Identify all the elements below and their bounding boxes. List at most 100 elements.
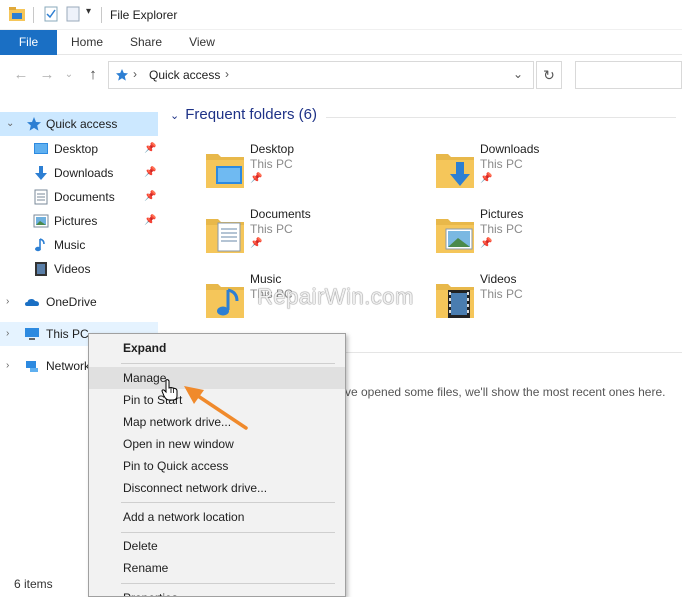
nav-label: Quick access [46,117,118,131]
folder-name: Documents [250,207,311,221]
refresh-icon: ↻ [543,67,555,83]
menu-item-properties[interactable]: Properties [89,587,345,596]
folder-tile-videos[interactable]: Videos This PC [434,270,654,330]
nav-item-quick-access[interactable]: ⌄ Quick access [0,112,158,136]
menu-item-expand[interactable]: Expand [89,337,345,359]
recent-files-divider [345,352,682,353]
address-row: ← → ⌄ ↑ › Quick access › ⌄ ↻ [0,56,682,94]
pin-icon: 📌 [250,238,263,249]
music-note-icon [35,238,45,252]
downloads-icon [35,166,47,180]
videos-folder-icon [436,284,474,318]
nav-item-music[interactable]: Music [0,233,158,257]
folder-name: Desktop [250,142,295,156]
expand-chevron-icon[interactable]: › [6,290,9,314]
folder-tile-documents[interactable]: Documents This PC 📌 [204,205,424,265]
nav-label: Desktop [54,142,99,156]
folder-location: This PC [480,287,523,301]
up-arrow-icon[interactable]: ↑ [84,66,102,83]
pin-icon: 📌 [144,167,157,178]
menu-separator [121,532,335,533]
folder-name: Downloads [480,142,540,156]
folder-location: This PC [250,157,293,171]
nav-item-onedrive[interactable]: › OneDrive [0,290,158,314]
menu-separator [121,502,335,503]
properties-icon[interactable] [44,6,58,22]
documents-folder-icon [206,219,244,253]
nav-item-pictures[interactable]: Pictures 📌 [0,209,158,233]
tab-share[interactable]: Share [122,30,170,55]
desktop-folder-icon [206,154,244,188]
menu-separator [121,583,335,584]
nav-item-downloads[interactable]: Downloads 📌 [0,161,158,185]
toolbar-separator [33,7,34,23]
window-title: File Explorer [110,8,178,22]
tab-view[interactable]: View [180,30,224,55]
menu-item-rename[interactable]: Rename [89,557,345,579]
menu-item-add-network-location[interactable]: Add a network location [89,506,345,528]
onedrive-cloud-icon [25,299,39,306]
videos-icon [35,262,47,276]
pin-icon: 📌 [144,215,157,226]
downloads-folder-icon [436,154,474,188]
collapse-chevron-icon[interactable]: ⌄ [170,110,179,122]
group-header-frequent-folders[interactable]: ⌄ Frequent folders (6) [170,106,317,123]
address-bar[interactable]: › Quick access › ⌄ [108,61,534,89]
tab-home[interactable]: Home [62,30,112,55]
group-title: Frequent folders (6) [185,106,317,123]
nav-label: OneDrive [46,295,97,309]
folder-tile-pictures[interactable]: Pictures This PC 📌 [434,205,654,265]
group-divider [326,117,676,118]
nav-label: This PC [46,327,89,341]
quick-access-star-icon [27,117,41,131]
nav-item-desktop[interactable]: Desktop 📌 [0,137,158,161]
folder-location: This PC [480,157,523,171]
folder-location: This PC [250,222,293,236]
breadcrumb-quick-access[interactable]: Quick access [149,68,220,82]
menu-item-delete[interactable]: Delete [89,535,345,557]
pin-icon: 📌 [144,191,157,202]
nav-item-videos[interactable]: Videos [0,257,158,281]
expand-chevron-icon[interactable]: › [6,354,9,378]
tab-file[interactable]: File [0,30,57,55]
breadcrumb-chevron-icon[interactable]: › [133,67,137,81]
folder-tile-downloads[interactable]: Downloads This PC 📌 [434,140,654,200]
pin-icon: 📌 [250,173,263,184]
annotation-arrow-icon [184,386,248,430]
nav-label: Videos [54,262,91,276]
music-folder-icon [206,284,244,318]
pin-icon: 📌 [144,143,157,154]
documents-icon [34,189,48,205]
title-bar: ▾ File Explorer [0,0,682,30]
breadcrumb-chevron-icon[interactable]: › [225,67,229,81]
file-explorer-icon [9,7,25,21]
search-input[interactable] [575,61,682,89]
pin-icon: 📌 [480,238,493,249]
pictures-folder-icon [436,219,474,253]
desktop-icon [34,143,48,154]
refresh-button[interactable]: ↻ [536,61,562,89]
address-dropdown-icon[interactable]: ⌄ [513,67,523,81]
watermark: RepairWin.com [257,284,414,309]
nav-item-documents[interactable]: Documents 📌 [0,185,158,209]
nav-label: Documents [54,190,115,204]
status-item-count: 6 items [14,577,53,591]
recent-locations-chevron-icon[interactable]: ⌄ [60,69,78,80]
nav-label: Network [46,359,91,373]
folder-name: Pictures [480,207,524,221]
folder-tile-desktop[interactable]: Desktop This PC 📌 [204,140,424,200]
ribbon-tabs: File Home Share View [0,30,682,55]
folder-name: Videos [480,272,517,286]
network-icon [26,361,38,372]
collapse-chevron-icon[interactable]: ⌄ [6,112,14,136]
menu-item-pin-to-quick-access[interactable]: Pin to Quick access [89,455,345,477]
quick-access-star-icon [116,69,128,81]
forward-arrow-icon[interactable]: → [38,66,56,83]
expand-chevron-icon[interactable]: › [6,322,9,346]
back-arrow-icon[interactable]: ← [12,66,30,83]
new-folder-icon[interactable] [66,6,80,22]
customize-toolbar-chevron-icon[interactable]: ▾ [86,6,91,17]
folder-location: This PC [480,222,523,236]
menu-item-disconnect-network-drive[interactable]: Disconnect network drive... [89,477,345,499]
this-pc-monitor-icon [25,328,39,340]
